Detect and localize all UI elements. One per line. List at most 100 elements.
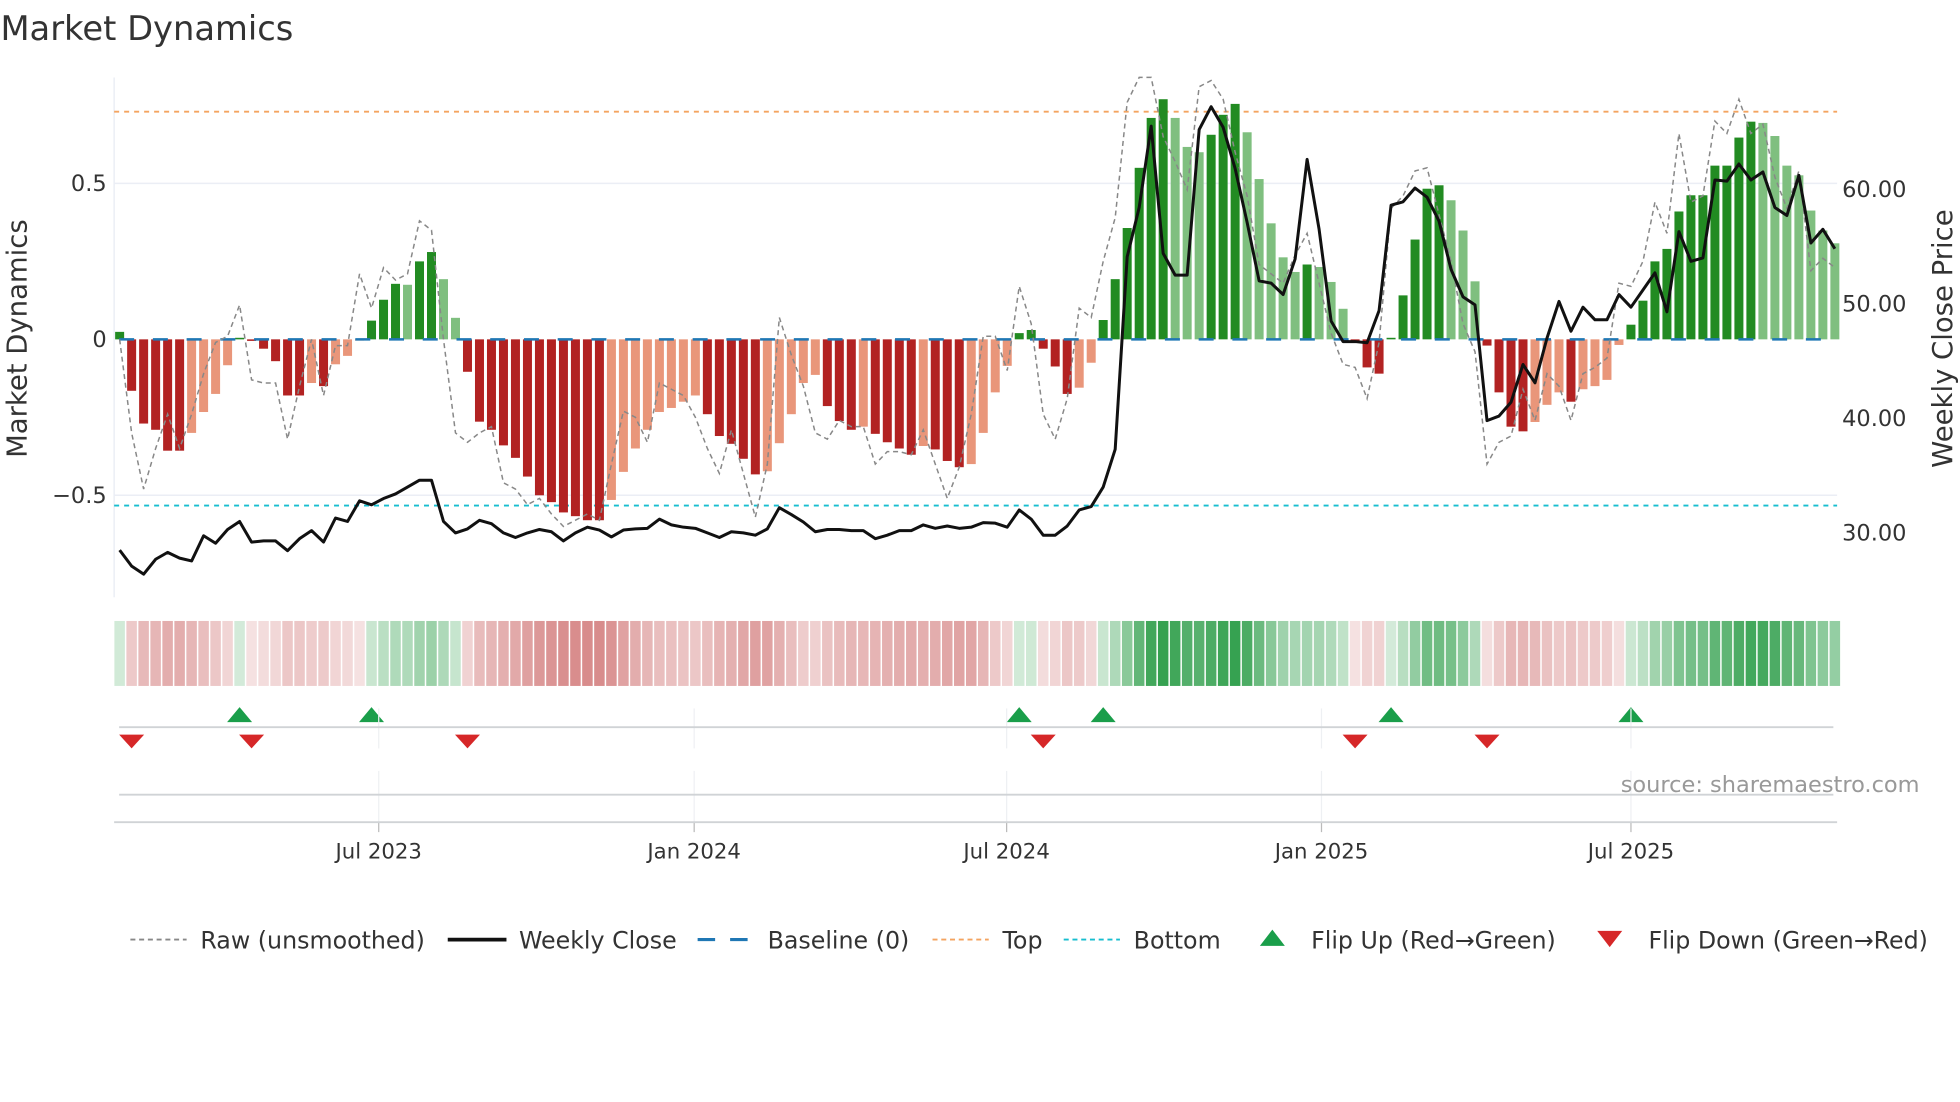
strip-cell (282, 620, 293, 686)
flip-up-marker (227, 707, 253, 723)
bar (1722, 165, 1732, 340)
bar (1314, 266, 1324, 340)
bar (127, 339, 137, 391)
strip-cell (1493, 620, 1505, 686)
heat-strip (114, 620, 1841, 686)
bar (1782, 165, 1792, 340)
legend-label: Bottom (1134, 926, 1221, 954)
bar (726, 339, 736, 444)
legend-item-top: Top (932, 926, 1043, 954)
strip-cell (1157, 620, 1169, 686)
bar (558, 339, 568, 513)
x-tick-label: Jan 2024 (645, 839, 741, 864)
strip-cell (246, 620, 257, 686)
bar (1026, 329, 1036, 340)
strip-cell (750, 620, 761, 686)
legend-label: Top (1001, 926, 1042, 954)
strip-cell (1109, 620, 1121, 686)
strip-cell (726, 620, 737, 686)
strip-cell (582, 620, 593, 686)
bar (1830, 243, 1840, 340)
bar (702, 339, 712, 415)
strip-cell (138, 620, 149, 686)
bar (1626, 324, 1636, 340)
strip-cell (510, 620, 521, 686)
strip-cell (1445, 620, 1457, 686)
bar (750, 339, 760, 475)
bar (391, 283, 401, 340)
strip-cell (294, 620, 305, 686)
strip-cell (174, 620, 185, 686)
strip-cell (1061, 620, 1073, 686)
strip-cell (1565, 620, 1577, 686)
legend-item-bottom: Bottom (1063, 926, 1221, 954)
strip-cell (954, 620, 965, 686)
bar (343, 339, 353, 356)
bar (630, 339, 640, 449)
strip-cell (1361, 620, 1373, 686)
strip-cell (606, 620, 617, 686)
strip-cell (186, 620, 197, 686)
y2-tick-label: 50.00 (1842, 291, 1906, 317)
bar (1206, 134, 1216, 340)
bar (1818, 230, 1828, 340)
lines (118, 76, 1837, 576)
bar (642, 339, 652, 430)
bar (415, 261, 425, 340)
bar (1038, 339, 1048, 349)
strip-cell (1745, 620, 1757, 686)
y-tick-label: 0 (92, 327, 106, 353)
strip-cell (738, 620, 749, 686)
bar (211, 339, 221, 394)
strip-cell (930, 620, 941, 686)
strip-cell (1337, 620, 1349, 686)
bar (618, 339, 628, 472)
bar (307, 339, 317, 384)
strip-cell (786, 620, 797, 686)
strip-cell (234, 620, 245, 686)
y2-tick-label: 60.00 (1842, 177, 1906, 203)
strip-cell (966, 620, 977, 686)
strip-cell (1505, 620, 1517, 686)
flip-down-marker (454, 734, 480, 749)
flip-up-marker (359, 707, 385, 723)
strip-cell (714, 620, 725, 686)
strip-cell (798, 620, 809, 686)
bar (786, 339, 796, 415)
strip-cell (162, 620, 173, 686)
strip-cell (306, 620, 317, 686)
strip-cell (1589, 620, 1601, 686)
strip-cell (1265, 620, 1277, 686)
strip-cell (858, 620, 869, 686)
strip-cell (1133, 620, 1145, 686)
bar (894, 339, 904, 449)
bar (1434, 185, 1444, 340)
strip-cell (906, 620, 917, 686)
strip-cell (1349, 620, 1361, 686)
bar (954, 339, 964, 468)
strip-cell (1685, 620, 1697, 686)
bar (882, 339, 892, 443)
strip-cell (1673, 620, 1685, 686)
strip-cell (618, 620, 629, 686)
strip-cell (1325, 620, 1337, 686)
strip-cell (1805, 620, 1817, 686)
strip-cell (426, 620, 437, 686)
bar (906, 339, 916, 455)
strip-cell (522, 620, 533, 686)
x-tick-label: Jul 2025 (1586, 839, 1674, 864)
flip-down-marker (239, 734, 265, 749)
flip-up-marker (1006, 707, 1032, 723)
bar (139, 339, 149, 424)
bar (223, 339, 233, 366)
strip-cell (1409, 620, 1421, 686)
strip-cell (438, 620, 449, 686)
strip-cell (1613, 620, 1625, 686)
strip-cell (654, 620, 665, 686)
legend-item-flip_down: Flip Down (Green→Red) (1597, 926, 1928, 954)
bar (1086, 339, 1096, 363)
bar (1566, 339, 1576, 402)
bar (295, 339, 305, 396)
legend: Raw (unsmoothed) Weekly Close Baseline (0)… (130, 926, 1928, 954)
flip-down-marker (1342, 734, 1368, 749)
